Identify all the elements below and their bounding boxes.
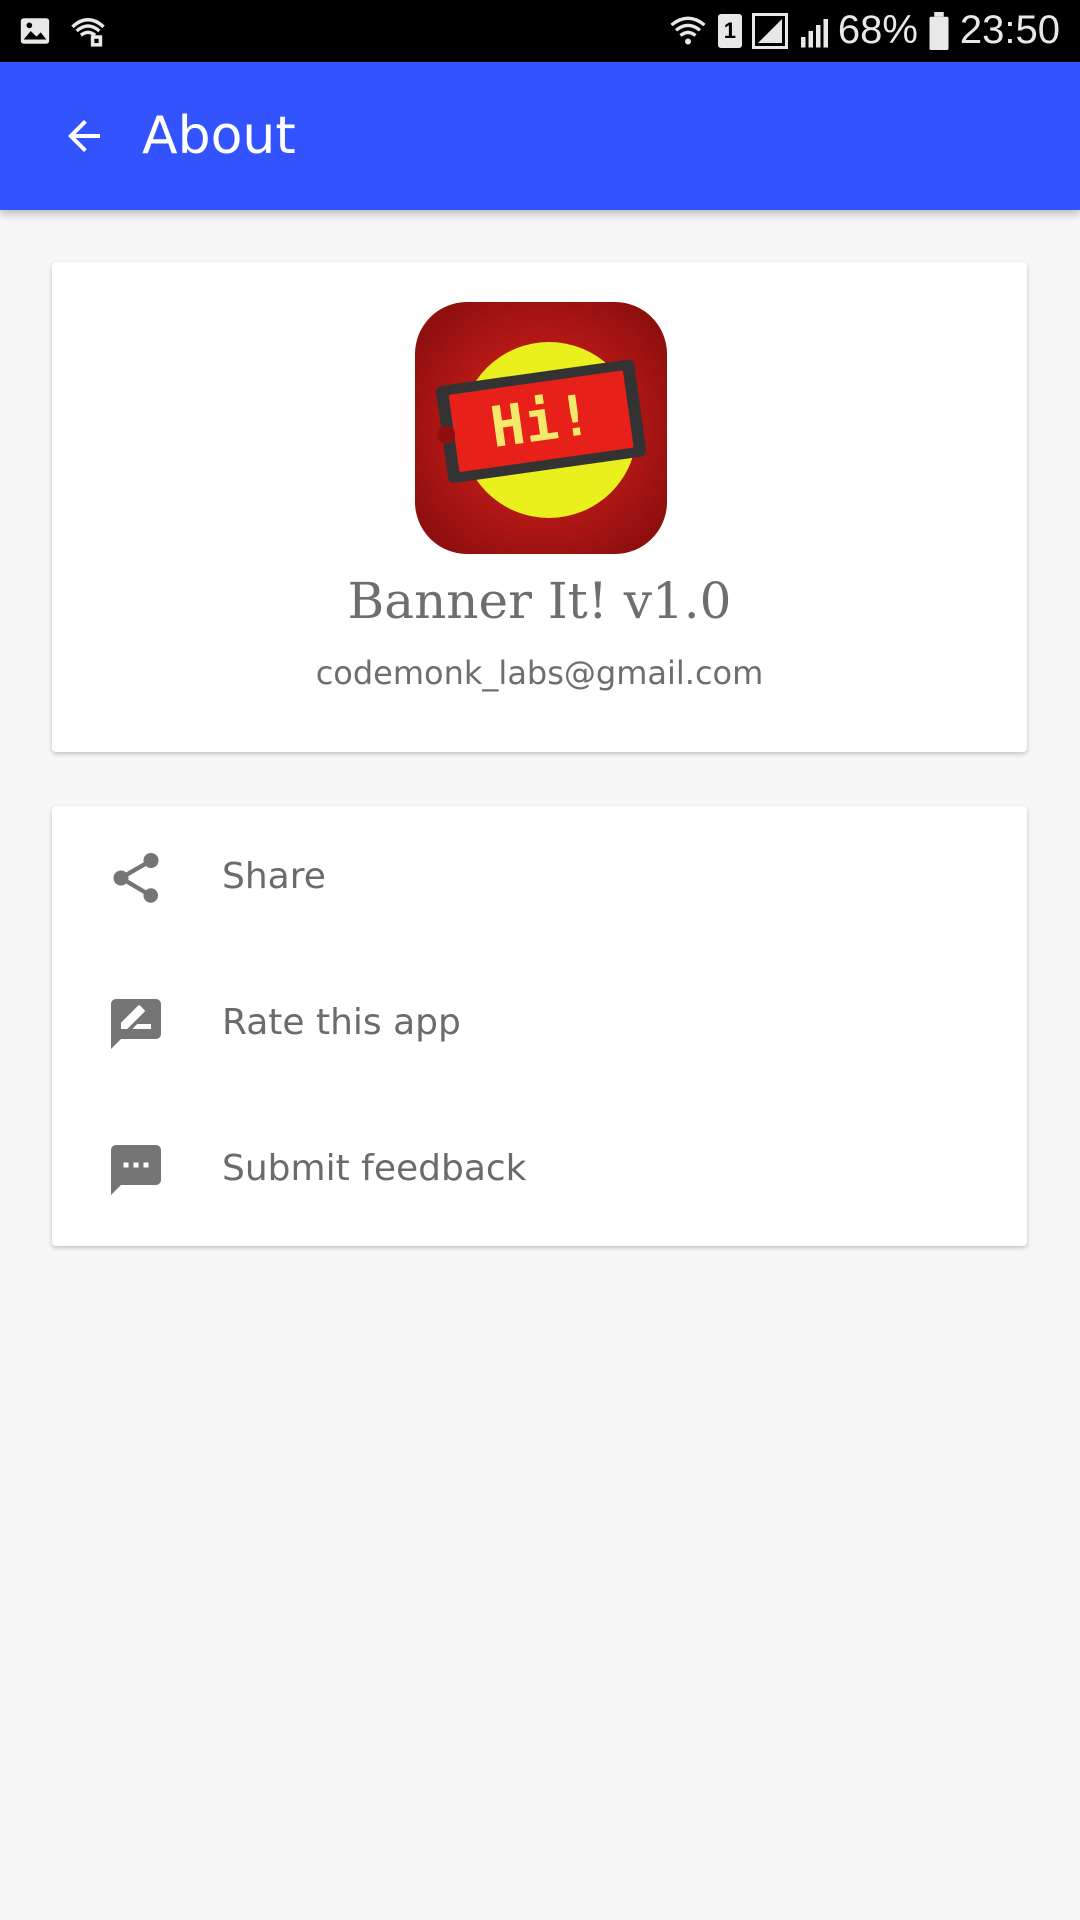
arrow-back-icon [68,120,100,152]
share-icon [113,853,159,903]
signal-roaming-icon [751,12,788,49]
app-bar: About [0,62,1080,210]
app-name-version: Banner It! v1.0 [347,572,732,630]
rate-app-row[interactable]: Rate this app [52,952,1027,1098]
feedback-icon [111,1145,161,1195]
submit-feedback-row[interactable]: Submit feedback [52,1098,1027,1244]
contact-email[interactable]: codemonk_labs@gmail.com [52,654,1027,692]
clock: 23:50 [959,8,1060,52]
gallery-notification-icon [20,18,50,44]
wifi-icon [670,16,706,44]
battery-icon [929,11,949,50]
back-button[interactable] [50,102,118,170]
signal-strength-icon [800,18,828,47]
app-logo: Hi! [415,302,667,554]
rate-review-icon [111,999,161,1049]
about-card: Hi! Banner It! v1.0 codemonk_labs@gmail.… [52,262,1027,752]
share-row[interactable]: Share [52,806,1027,952]
page-title: About [142,106,296,166]
submit-feedback-label: Submit feedback [222,1148,527,1189]
rate-app-label: Rate this app [222,1002,461,1043]
status-bar: 1 68% 23:50 [0,0,1080,62]
sim-slot-badge: 1 [717,13,742,48]
actions-card: Share Rate this app Submit feedback [52,806,1027,1246]
wifi-secure-icon [71,17,105,47]
battery-percentage: 68% [837,8,918,52]
share-label: Share [222,856,326,897]
